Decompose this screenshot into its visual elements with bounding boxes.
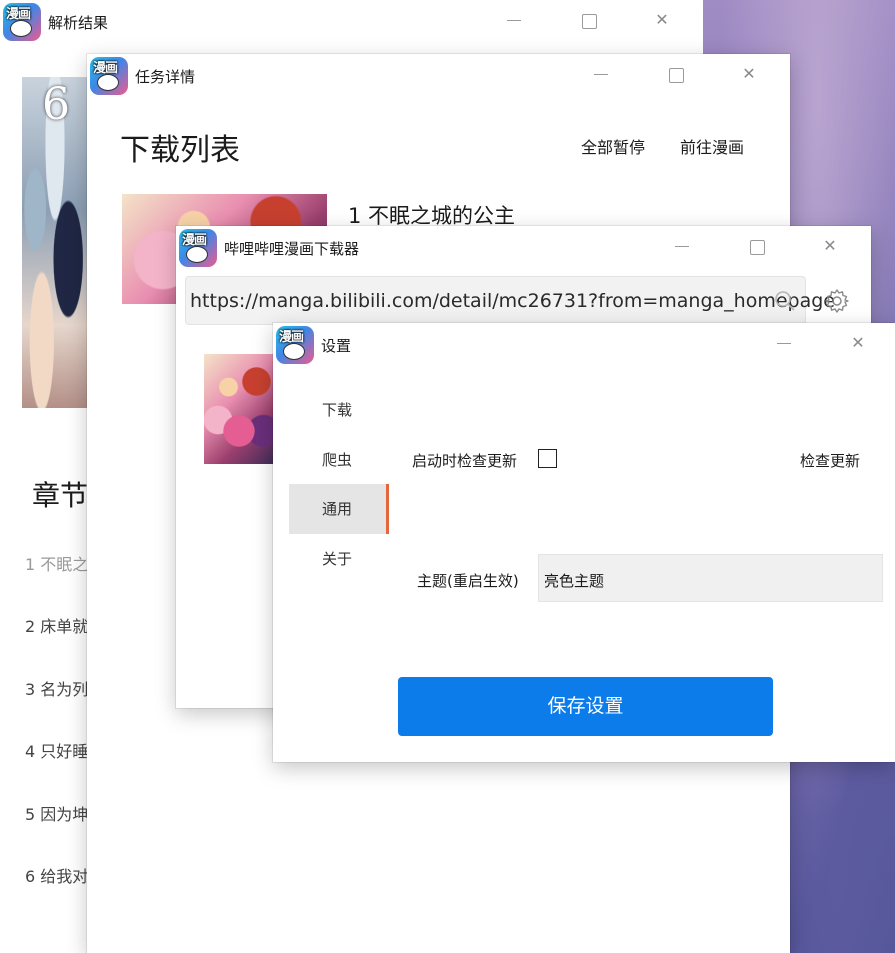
manga-cover-image: 6 (22, 77, 88, 408)
theme-label: 主题(重启生效) (417, 572, 519, 590)
close-icon[interactable]: ✕ (639, 0, 685, 40)
check-update-on-start-label: 启动时检查更新 (412, 452, 518, 470)
download-list-heading: 下载列表 (120, 133, 240, 168)
chapter-item[interactable]: 6 给我对 (25, 863, 88, 887)
chapters-heading: 章节 (32, 479, 89, 512)
close-icon[interactable]: ✕ (835, 323, 881, 363)
close-icon[interactable]: ✕ (726, 54, 772, 94)
minimize-icon[interactable] (761, 323, 807, 363)
theme-select[interactable]: 亮色主题 (538, 554, 883, 602)
close-icon[interactable]: ✕ (807, 226, 853, 266)
chapter-item[interactable]: 2 床单就 (25, 613, 88, 637)
minimize-icon[interactable] (578, 54, 624, 94)
theme-select-value: 亮色主题 (544, 572, 605, 590)
titlebar[interactable]: 漫画 解析结果 ✕ (0, 0, 703, 44)
maximize-icon[interactable] (733, 226, 779, 266)
window-title: 任务详情 (135, 68, 196, 86)
check-update-on-start-checkbox[interactable] (538, 449, 557, 468)
settings-window: 漫画 设置 ✕ 下载 爬虫 通用 关于 启动时检查更新 检查更新 主题(重启生效… (273, 323, 895, 762)
maximize-icon[interactable] (565, 0, 611, 40)
app-logo-icon: 漫画 (90, 57, 128, 95)
settings-nav-crawler[interactable]: 爬虫 (289, 435, 389, 485)
app-logo-icon: 漫画 (3, 3, 41, 41)
titlebar[interactable]: 漫画 任务详情 ✕ (87, 54, 790, 98)
pause-all-button[interactable]: 全部暂停 (581, 134, 645, 158)
gear-icon[interactable] (824, 288, 850, 314)
save-settings-button[interactable]: 保存设置 (398, 677, 773, 736)
url-input[interactable]: https://manga.bilibili.com/detail/mc2673… (185, 276, 835, 325)
chapter-item[interactable]: 4 只好睡 (25, 738, 88, 762)
maximize-icon[interactable] (652, 54, 698, 94)
manga-cover-image (204, 354, 274, 464)
minimize-icon[interactable] (659, 226, 705, 266)
chapter-item[interactable]: 5 因为坤 (25, 801, 88, 825)
settings-nav-download[interactable]: 下载 (289, 385, 389, 435)
app-logo-icon: 漫画 (276, 326, 314, 364)
url-input-value: https://manga.bilibili.com/detail/mc2673… (190, 290, 835, 312)
search-icon[interactable] (773, 289, 797, 313)
window-title: 设置 (321, 337, 352, 355)
check-update-button[interactable]: 检查更新 (800, 450, 860, 471)
goto-manga-button[interactable]: 前往漫画 (680, 134, 744, 158)
chapter-item[interactable]: 3 名为列 (25, 676, 88, 700)
window-title: 解析结果 (48, 14, 109, 32)
titlebar[interactable]: 漫画 设置 ✕ (273, 323, 895, 367)
minimize-icon[interactable] (491, 0, 537, 40)
chapter-item[interactable]: 1 不眠之 (25, 551, 88, 575)
app-logo-icon: 漫画 (179, 229, 217, 267)
settings-nav-general[interactable]: 通用 (289, 484, 389, 534)
titlebar[interactable]: 漫画 哔哩哔哩漫画下载器 ✕ (176, 226, 871, 270)
settings-nav-about[interactable]: 关于 (289, 534, 389, 584)
window-title: 哔哩哔哩漫画下载器 (224, 240, 360, 258)
